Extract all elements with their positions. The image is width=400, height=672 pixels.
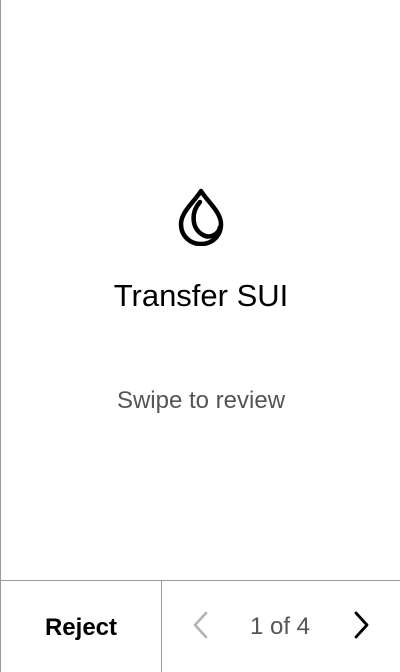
page-title: Transfer SUI bbox=[113, 278, 289, 313]
swipe-hint: Swipe to review bbox=[116, 387, 286, 414]
reject-label: Reject bbox=[44, 613, 118, 641]
chevron-left-icon bbox=[191, 610, 211, 645]
next-page-button[interactable] bbox=[343, 609, 379, 645]
device-screen: Transfer SUI Swipe to review Reject 1 of… bbox=[0, 0, 400, 672]
page-current: 1 bbox=[249, 613, 264, 640]
sui-droplet-icon bbox=[177, 188, 225, 247]
page-indicator: 1 of 4 bbox=[222, 607, 338, 647]
reject-button[interactable]: Reject bbox=[1, 581, 161, 672]
page-total: 4 bbox=[296, 613, 311, 640]
review-screen[interactable]: Transfer SUI Swipe to review bbox=[1, 0, 400, 580]
page-separator: of bbox=[269, 613, 290, 640]
pagination: 1 of 4 bbox=[162, 581, 400, 672]
footer-bar: Reject 1 of 4 bbox=[1, 580, 400, 672]
previous-page-button[interactable] bbox=[183, 609, 219, 645]
chevron-right-icon bbox=[351, 610, 371, 645]
